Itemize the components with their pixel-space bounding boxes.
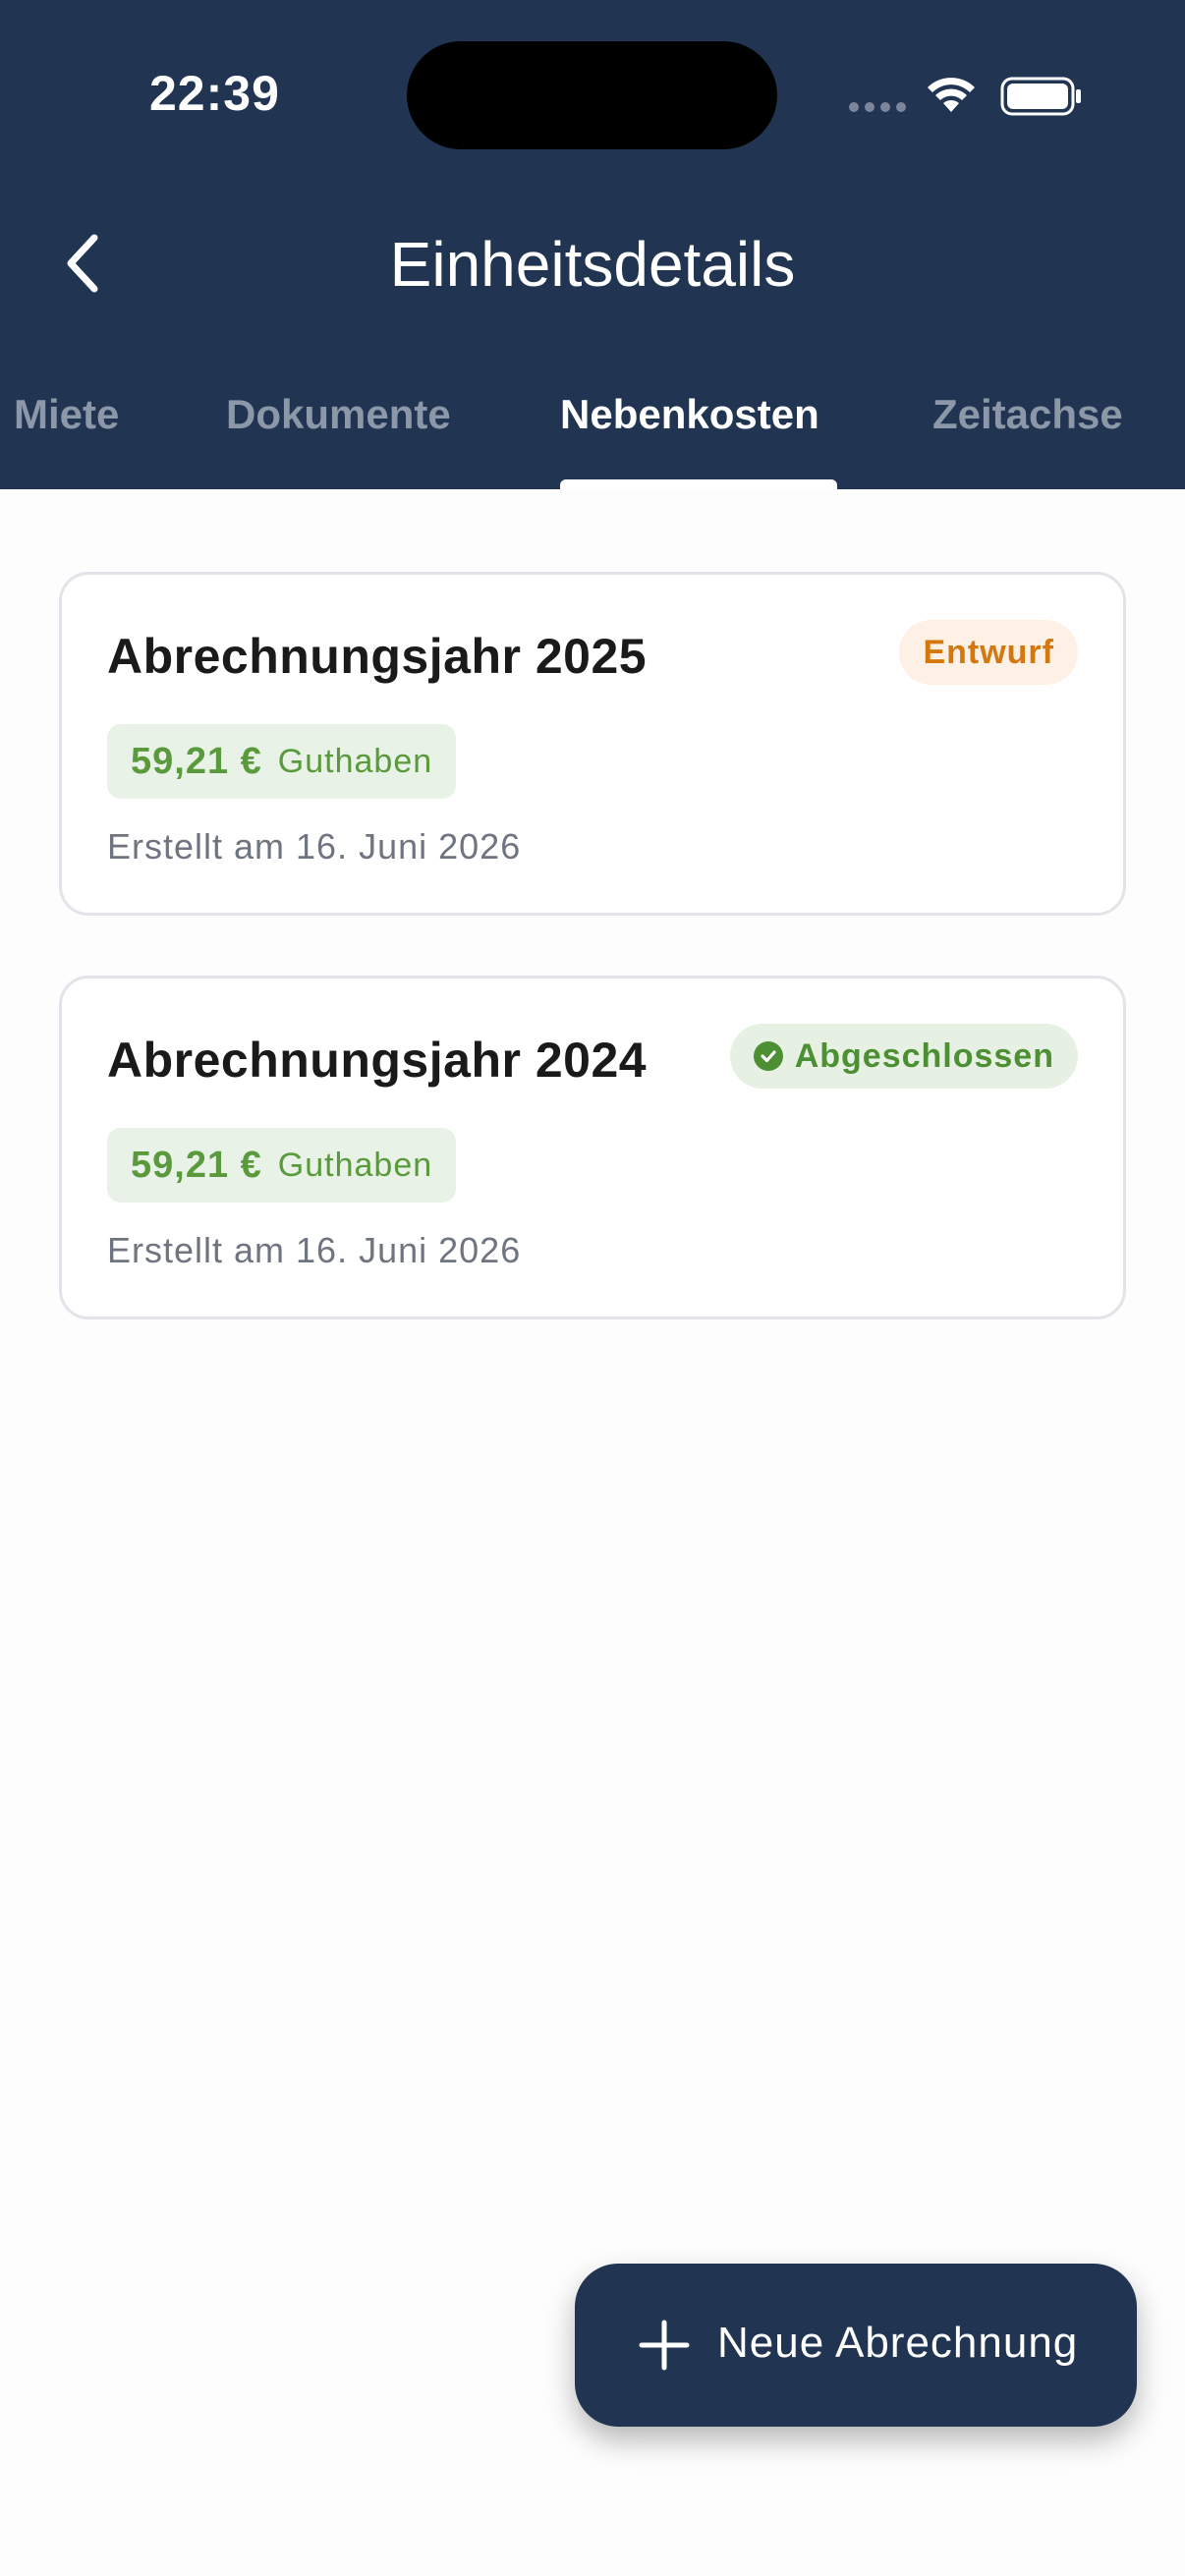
tab-dokumente[interactable]: Dokumente (226, 391, 451, 438)
page-title: Einheitsdetails (389, 229, 796, 300)
battery-icon (1000, 77, 1081, 116)
new-statement-label: Neue Abrechnung (717, 2319, 1079, 2367)
new-statement-button[interactable]: Neue Abrechnung (575, 2264, 1137, 2427)
app-header: 22:39 Einheitsdetails Miete Dokumente Ne… (0, 0, 1185, 489)
status-badge: Abgeschlossen (729, 1024, 1078, 1089)
tab-zeitachse[interactable]: Zeitachse (932, 391, 1123, 438)
amount-label: Guthaben (277, 1146, 433, 1184)
statement-card[interactable]: Abrechnungsjahr 2025 Entwurf 59,21 € Gut… (59, 572, 1126, 916)
status-badge: Entwurf (899, 620, 1078, 685)
amount-value: 59,21 € (131, 740, 262, 782)
screen: 22:39 Einheitsdetails Miete Dokumente Ne… (0, 0, 1185, 2576)
amount-label: Guthaben (277, 742, 433, 780)
amount-chip: 59,21 € Guthaben (107, 724, 457, 799)
status-badge-label: Entwurf (923, 633, 1054, 671)
statement-card[interactable]: Abrechnungsjahr 2024 Abgeschlossen 59,21… (59, 976, 1126, 1319)
statement-title: Abrechnungsjahr 2024 (107, 1033, 648, 1088)
check-circle-icon (753, 1041, 783, 1071)
tab-nebenkosten[interactable]: Nebenkosten (560, 391, 819, 438)
active-tab-indicator (560, 479, 837, 489)
dynamic-island (407, 41, 777, 149)
tab-miete[interactable]: Miete (14, 391, 119, 438)
status-badge-label: Abgeschlossen (794, 1036, 1054, 1075)
created-date: Erstellt am 16. Juni 2026 (107, 826, 522, 867)
status-time: 22:39 (149, 66, 280, 121)
created-date: Erstellt am 16. Juni 2026 (107, 1230, 522, 1270)
plus-icon (639, 2320, 690, 2371)
amount-value: 59,21 € (131, 1144, 262, 1186)
statement-title: Abrechnungsjahr 2025 (107, 629, 648, 684)
amount-chip: 59,21 € Guthaben (107, 1128, 457, 1203)
wifi-icon (928, 78, 975, 112)
cellular-signal-icon (849, 102, 906, 112)
